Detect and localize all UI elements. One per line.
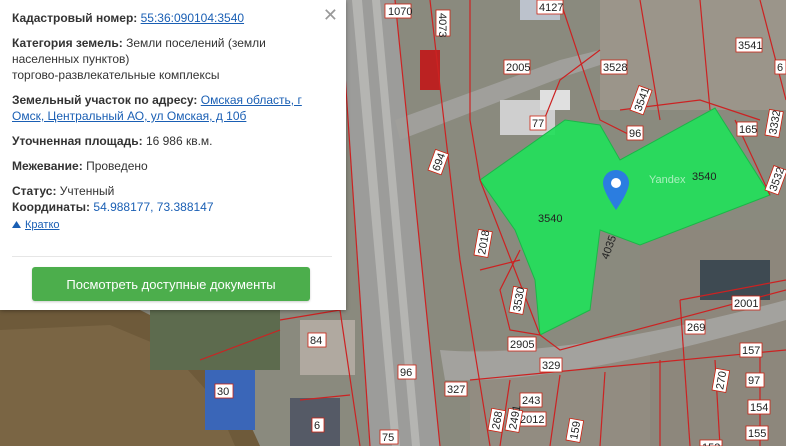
address-link-2[interactable]: Омск, Центральный АО, ул Омская, д 10б	[12, 109, 246, 123]
cadastral-row: Кадастровый номер: 55:36:090104:3540	[12, 10, 334, 26]
plot-label-3541: 3541	[738, 40, 762, 52]
collapse-label: Кратко	[25, 218, 60, 231]
plot-label-2001: 2001	[734, 298, 758, 310]
collapse-toggle[interactable]: Кратко	[12, 219, 60, 231]
address-row: Земельный участок по адресу: Омская обла…	[12, 92, 334, 124]
plot-label-75: 75	[382, 432, 394, 444]
survey-row: Межевание: Проведено	[12, 158, 334, 174]
popup-divider	[12, 256, 332, 257]
plot-label-2905: 2905	[510, 339, 534, 351]
category-label: Категория земель:	[12, 36, 123, 50]
plot-label-329: 329	[542, 360, 560, 372]
survey-value: Проведено	[86, 159, 148, 173]
survey-label: Межевание:	[12, 159, 83, 173]
plot-label-77: 77	[532, 118, 544, 130]
plot-label-6: 6	[777, 62, 783, 74]
plot-label-2012: 2012	[520, 414, 544, 426]
map-pin-icon[interactable]	[603, 170, 629, 210]
close-icon[interactable]: ✕	[323, 6, 338, 24]
plot-label-96b: 96	[400, 367, 412, 379]
plot-label-4073: 4073	[436, 13, 448, 37]
cadastral-label: Кадастровый номер:	[12, 11, 138, 25]
area-row: Уточненная площадь: 16 986 кв.м.	[12, 133, 334, 149]
plot-label-154: 154	[750, 402, 768, 414]
address-label: Земельный участок по адресу:	[12, 93, 198, 107]
category-value-3: торгово-развлекательные комплексы	[12, 68, 220, 82]
plot-label-84: 84	[310, 335, 322, 347]
plot-label-3528: 3528	[603, 62, 627, 74]
plot-label-30: 30	[217, 386, 229, 398]
plot-label-157: 157	[742, 345, 760, 357]
coords-label: Координаты:	[12, 200, 91, 214]
category-row: Категория земель: Земли поселений (земли…	[12, 35, 334, 83]
plot-label-3540-east: 3540	[692, 171, 716, 183]
area-label: Уточненная площадь:	[12, 134, 143, 148]
plot-label-6b: 6	[314, 420, 320, 432]
status-row: Статус: Учтенный	[12, 183, 334, 199]
coords-value[interactable]: 54.988177, 73.388147	[93, 200, 213, 214]
cadastral-number-link[interactable]: 55:36:090104:3540	[141, 11, 244, 25]
plot-label-327: 327	[447, 384, 465, 396]
caret-up-icon	[12, 221, 21, 228]
category-value-2: населенных пунктов)	[12, 52, 130, 66]
view-documents-button[interactable]: Посмотреть доступные документы	[32, 267, 310, 301]
plot-label-153: 153	[702, 442, 720, 446]
area-value: 16 986 кв.м.	[145, 134, 213, 148]
plot-label-2005: 2005	[506, 62, 530, 74]
parcel-info-popup: ✕ Кадастровый номер: 55:36:090104:3540 К…	[0, 0, 346, 310]
map-watermark: Yandex	[649, 174, 686, 186]
category-value-1: Земли поселений (земли	[126, 36, 266, 50]
plot-label-269: 269	[687, 322, 705, 334]
plot-label-165: 165	[739, 124, 757, 136]
plot-label-243: 243	[522, 395, 540, 407]
plot-label-97: 97	[748, 375, 760, 387]
status-label: Статус:	[12, 184, 57, 198]
plot-label-155: 155	[748, 428, 766, 440]
plot-label-96: 96	[629, 128, 641, 140]
address-link-1[interactable]: Омская область, г	[201, 93, 302, 107]
status-value: Учтенный	[59, 184, 115, 198]
coords-row: Координаты: 54.988177, 73.388147	[12, 199, 334, 215]
plot-label-1070: 1070	[388, 6, 412, 18]
plot-label-4127: 4127	[539, 2, 563, 14]
plot-label-3540-west: 3540	[538, 213, 562, 225]
